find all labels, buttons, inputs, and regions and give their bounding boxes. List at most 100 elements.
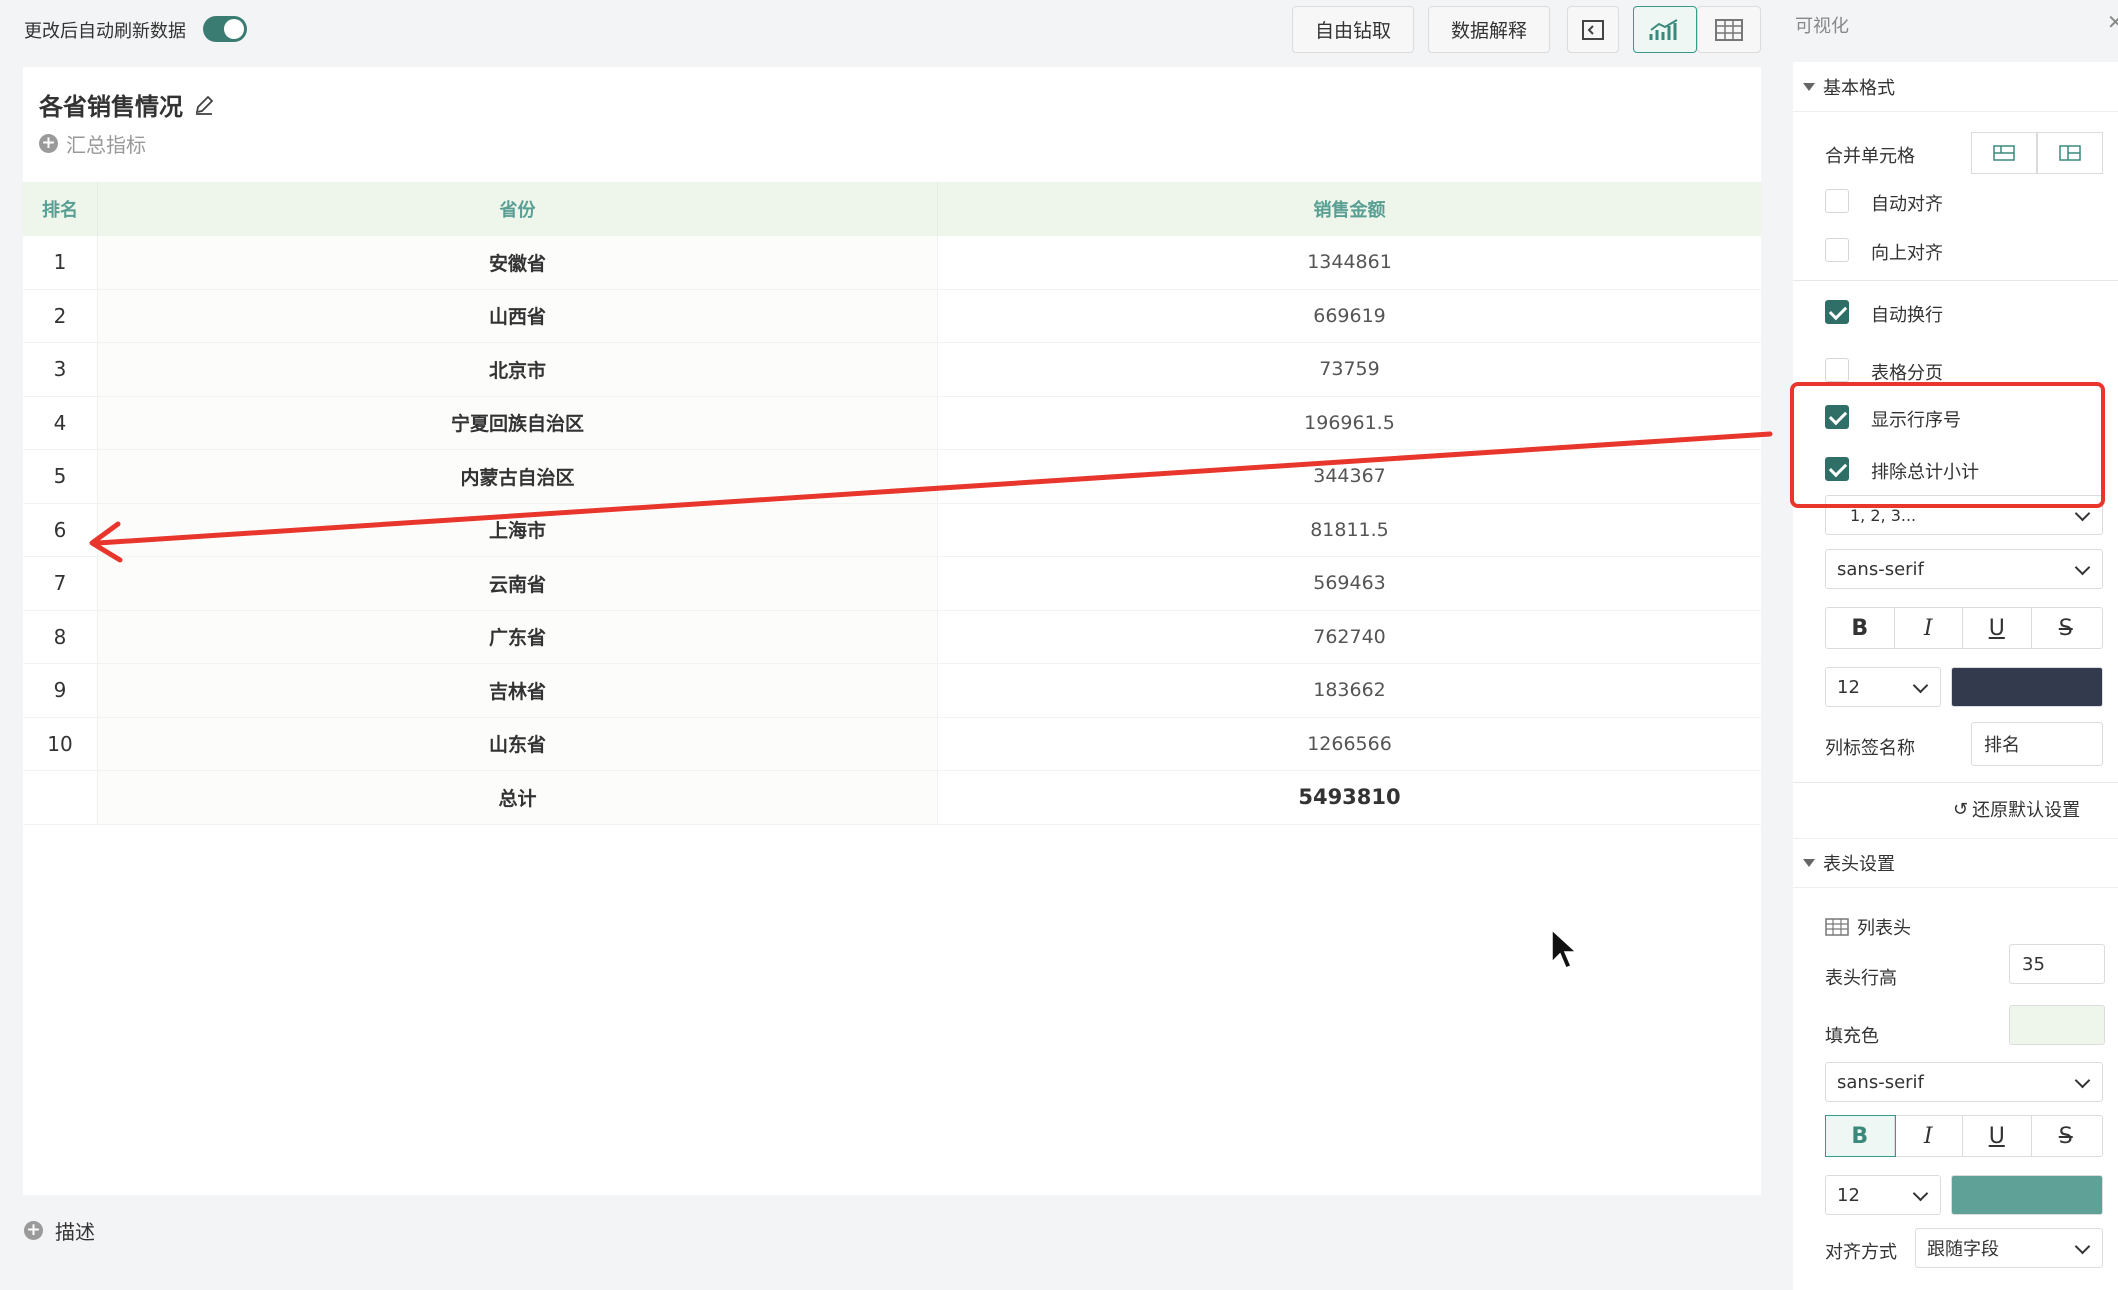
auto-wrap-label: 自动换行 xyxy=(1871,305,1943,326)
panel-title: 可视化 xyxy=(1795,16,1849,37)
panel-content: 基本格式 合并单元格 自动对齐 向上对齐 自动换行 表格分页 显示行序号 排除总… xyxy=(1793,62,2118,1290)
rank-cell: 5 xyxy=(23,450,98,503)
add-summary-metric[interactable]: + 汇总指标 xyxy=(39,129,146,158)
auto-refresh-toggle[interactable] xyxy=(203,16,247,42)
top-bar: 更改后自动刷新数据 自由钻取 数据解释 xyxy=(0,0,1770,62)
strikethrough-button[interactable]: S xyxy=(2032,608,2101,648)
add-description[interactable]: + 描述 xyxy=(24,1216,95,1245)
table-view-button[interactable] xyxy=(1697,6,1761,53)
merge-rows-icon xyxy=(1993,145,2015,161)
amount-cell: 762740 xyxy=(1313,625,1386,648)
table-body: 1 安徽省 1344861 2 山西省 669619 3 北京市 73759 4 宁夏回族自治区 19… xyxy=(23,236,1761,771)
rank-cell: 3 xyxy=(23,343,98,396)
province-cell: 宁夏回族自治区 xyxy=(98,396,938,449)
province-cell: 内蒙古自治区 xyxy=(98,450,938,503)
merge-columns-button[interactable] xyxy=(2037,132,2103,174)
header-underline-button[interactable]: U xyxy=(1963,1116,2032,1156)
fill-color-label: 填充色 xyxy=(1825,1026,1879,1047)
header-font-family-value: sans-serif xyxy=(1837,1071,1924,1093)
header-bold-button[interactable]: B xyxy=(1825,1115,1896,1157)
header-font-color-swatch[interactable] xyxy=(1951,1175,2103,1215)
province-cell: 安徽省 xyxy=(98,236,938,289)
table-row: 7 云南省 569463 xyxy=(23,557,1761,611)
code-view-button[interactable] xyxy=(1567,6,1619,53)
font-family-select[interactable]: sans-serif xyxy=(1825,549,2103,589)
card-title-text: 各省销售情况 xyxy=(39,93,183,121)
plus-circle-icon: + xyxy=(39,134,58,153)
total-rank-cell xyxy=(23,771,98,824)
basic-format-header[interactable]: 基本格式 xyxy=(1793,62,2118,112)
table-row: 5 内蒙古自治区 344367 xyxy=(23,450,1761,504)
column-header-label: 列表头 xyxy=(1825,914,1911,940)
amount-cell: 1266566 xyxy=(1307,732,1392,755)
header-italic-button[interactable]: I xyxy=(1895,1116,1963,1156)
province-cell: 云南省 xyxy=(98,557,938,610)
chevron-down-icon xyxy=(2074,1238,2091,1255)
amount-cell: 569463 xyxy=(1313,572,1386,595)
code-icon xyxy=(1582,19,1604,40)
italic-button[interactable]: I xyxy=(1895,608,1963,648)
province-cell: 上海市 xyxy=(98,503,938,556)
table-icon xyxy=(1715,18,1743,41)
align-up-checkbox[interactable] xyxy=(1825,238,1849,262)
font-family-value: sans-serif xyxy=(1837,558,1924,580)
column-tag-name-input[interactable]: 排名 xyxy=(1971,722,2103,766)
table-row: 4 宁夏回族自治区 196961.5 xyxy=(23,396,1761,450)
data-explain-button[interactable]: 数据解释 xyxy=(1428,6,1550,53)
align-select[interactable]: 跟随字段 xyxy=(1915,1228,2103,1268)
chevron-down-icon xyxy=(1912,677,1929,694)
merge-rows-button[interactable] xyxy=(1971,132,2037,174)
paging-checkbox[interactable] xyxy=(1825,358,1849,382)
table-row: 9 吉林省 183662 xyxy=(23,664,1761,718)
collapse-triangle-icon xyxy=(1803,859,1815,867)
align-value: 跟随字段 xyxy=(1927,1239,1999,1260)
edit-pencil-icon[interactable] xyxy=(193,94,215,116)
province-cell: 山东省 xyxy=(98,717,938,770)
divider xyxy=(1793,280,2118,281)
header-amount[interactable]: 销售金额 xyxy=(938,182,1761,236)
province-cell: 广东省 xyxy=(98,610,938,663)
column-header-text: 列表头 xyxy=(1857,918,1911,939)
province-cell: 北京市 xyxy=(98,343,938,396)
chart-card: 各省销售情况 + 汇总指标 排名 省份 销售金额 1 安徽省 1344861 2 山西省… xyxy=(23,67,1761,1195)
auto-align-checkbox[interactable] xyxy=(1825,189,1849,213)
amount-cell: 344367 xyxy=(1313,465,1386,488)
underline-button[interactable]: U xyxy=(1963,608,2032,648)
header-text-format-group: B I U S xyxy=(1825,1115,2103,1157)
amount-cell: 81811.5 xyxy=(1310,518,1389,541)
chart-view-button[interactable] xyxy=(1633,6,1697,53)
header-font-size-select[interactable]: 12 xyxy=(1825,1175,1941,1215)
province-cell: 吉林省 xyxy=(98,664,938,717)
rank-cell: 1 xyxy=(23,236,98,289)
table-row: 6 上海市 81811.5 xyxy=(23,503,1761,557)
rank-cell: 9 xyxy=(23,664,98,717)
header-font-family-select[interactable]: sans-serif xyxy=(1825,1062,2103,1102)
header-province[interactable]: 省份 xyxy=(98,182,938,236)
table-total-row: 总计 5493810 xyxy=(23,771,1761,825)
annotation-highlight-box xyxy=(1790,382,2105,508)
bold-button[interactable]: B xyxy=(1826,608,1895,648)
merge-cells-label: 合并单元格 xyxy=(1825,146,1915,167)
font-color-swatch[interactable] xyxy=(1951,667,2103,707)
chevron-down-icon xyxy=(2074,505,2091,522)
fill-color-swatch[interactable] xyxy=(2009,1005,2105,1045)
reset-default-button[interactable]: ↺ 还原默认设置 xyxy=(1953,796,2080,822)
basic-format-title: 基本格式 xyxy=(1823,77,1895,99)
drill-button[interactable]: 自由钻取 xyxy=(1292,6,1414,53)
header-settings-header[interactable]: 表头设置 xyxy=(1793,838,2118,888)
table-row: 3 北京市 73759 xyxy=(23,343,1761,397)
header-strikethrough-button[interactable]: S xyxy=(2032,1116,2101,1156)
font-size-select[interactable]: 12 xyxy=(1825,667,1941,707)
description-label: 描述 xyxy=(55,1220,95,1244)
auto-wrap-checkbox[interactable] xyxy=(1825,300,1849,324)
close-icon[interactable]: ✕ xyxy=(2107,10,2118,34)
row-height-input[interactable]: 35 xyxy=(2009,944,2105,984)
reset-icon: ↺ xyxy=(1953,798,1969,820)
rank-cell: 7 xyxy=(23,557,98,610)
header-rank[interactable]: 排名 xyxy=(23,182,98,236)
plus-circle-icon: + xyxy=(24,1221,43,1240)
table-row: 2 山西省 669619 xyxy=(23,289,1761,343)
summary-label: 汇总指标 xyxy=(66,133,146,157)
rank-cell: 8 xyxy=(23,610,98,663)
table-icon xyxy=(1825,918,1849,936)
